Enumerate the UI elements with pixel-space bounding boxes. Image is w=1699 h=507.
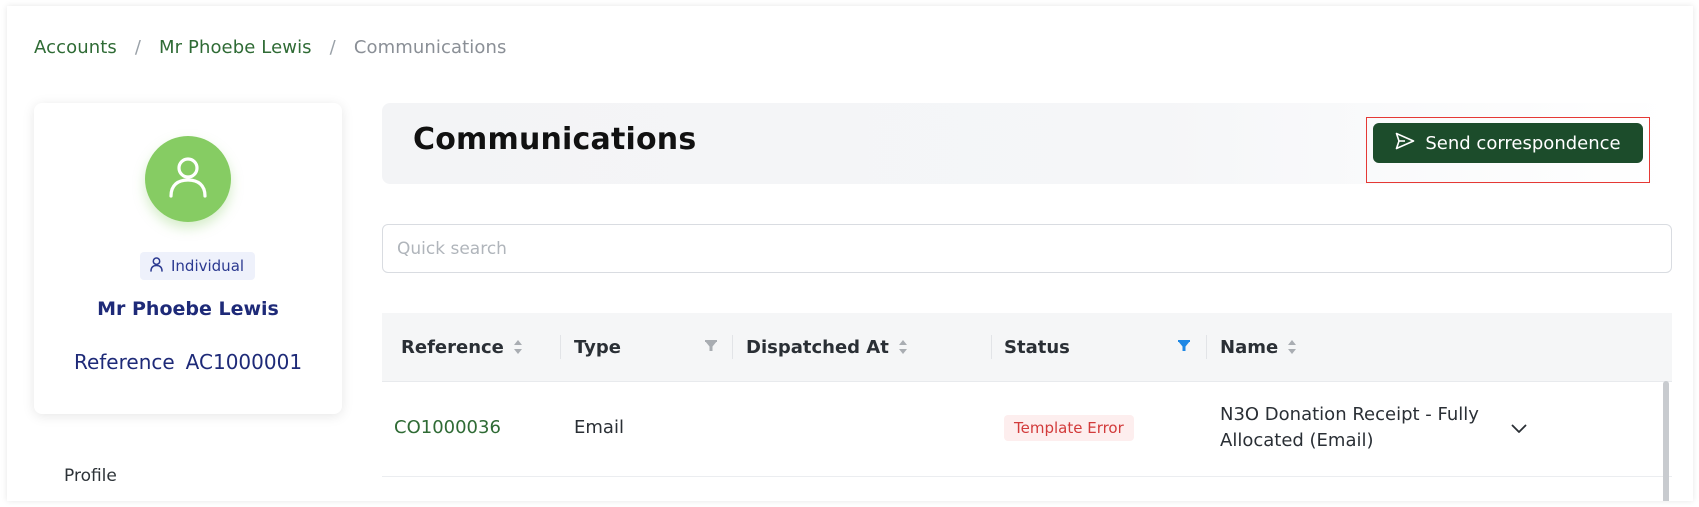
column-header-type[interactable]: Type <box>574 313 621 381</box>
chevron-down-icon <box>1511 419 1527 438</box>
row-type: Email <box>574 417 624 438</box>
profile-card: Individual Mr Phoebe Lewis Reference AC1… <box>34 103 342 414</box>
column-header-dispatched-at[interactable]: Dispatched At <box>746 313 908 381</box>
column-header-name[interactable]: Name <box>1220 313 1297 381</box>
breadcrumb-accounts[interactable]: Accounts <box>34 37 117 58</box>
send-correspondence-label: Send correspondence <box>1425 132 1621 154</box>
row-reference-link[interactable]: CO1000036 <box>394 417 501 438</box>
column-label: Status <box>1004 336 1070 358</box>
table-row[interactable]: CO1000036 Email Template Error N3O Donat… <box>382 382 1672 477</box>
column-divider <box>560 335 561 359</box>
expand-row-button[interactable] <box>1505 414 1533 442</box>
breadcrumb-separator: / <box>134 37 142 58</box>
account-type-label: Individual <box>171 257 245 275</box>
column-header-status[interactable]: Status <box>1004 313 1070 381</box>
page-title: Communications <box>413 122 697 157</box>
column-label: Name <box>1220 336 1279 358</box>
communications-table: Reference Type Dispatched At Status Name… <box>382 313 1672 501</box>
row-name: N3O Donation Receipt - Fully Allocated (… <box>1220 404 1479 451</box>
reference-label: Reference <box>73 350 175 374</box>
profile-name: Mr Phoebe Lewis <box>97 298 279 320</box>
breadcrumb-account-name[interactable]: Mr Phoebe Lewis <box>159 37 312 58</box>
sort-icon[interactable] <box>1287 339 1297 355</box>
column-label: Type <box>574 336 621 358</box>
reference-value: AC1000001 <box>185 350 303 374</box>
column-divider <box>991 335 992 359</box>
account-type-badge: Individual <box>140 252 256 280</box>
page-frame: Accounts / Mr Phoebe Lewis / Communicati… <box>7 6 1693 501</box>
user-icon <box>168 156 208 202</box>
profile-reference: Reference AC1000001 <box>34 350 342 374</box>
page-header: Communications Send correspondence <box>382 103 1672 184</box>
person-icon <box>150 256 163 276</box>
send-correspondence-button[interactable]: Send correspondence <box>1373 123 1643 163</box>
breadcrumb-current: Communications <box>353 37 507 58</box>
table-scrollbar[interactable] <box>1663 381 1669 501</box>
filter-icon[interactable] <box>704 339 718 353</box>
quick-search-input[interactable] <box>382 224 1672 273</box>
column-divider <box>732 335 733 359</box>
filter-active-icon[interactable] <box>1177 339 1191 353</box>
column-header-reference[interactable]: Reference <box>401 313 523 381</box>
column-divider <box>1206 335 1207 359</box>
sort-icon[interactable] <box>513 339 523 355</box>
avatar <box>145 136 231 222</box>
column-label: Dispatched At <box>746 336 889 358</box>
breadcrumb-separator: / <box>329 37 336 58</box>
sidebar-item-profile[interactable]: Profile <box>64 466 117 486</box>
column-label: Reference <box>401 336 504 358</box>
breadcrumb: Accounts / Mr Phoebe Lewis / Communicati… <box>34 37 506 58</box>
sort-icon[interactable] <box>898 339 908 355</box>
status-badge: Template Error <box>1004 415 1134 441</box>
table-header: Reference Type Dispatched At Status Name <box>382 313 1672 382</box>
send-icon <box>1395 132 1415 155</box>
